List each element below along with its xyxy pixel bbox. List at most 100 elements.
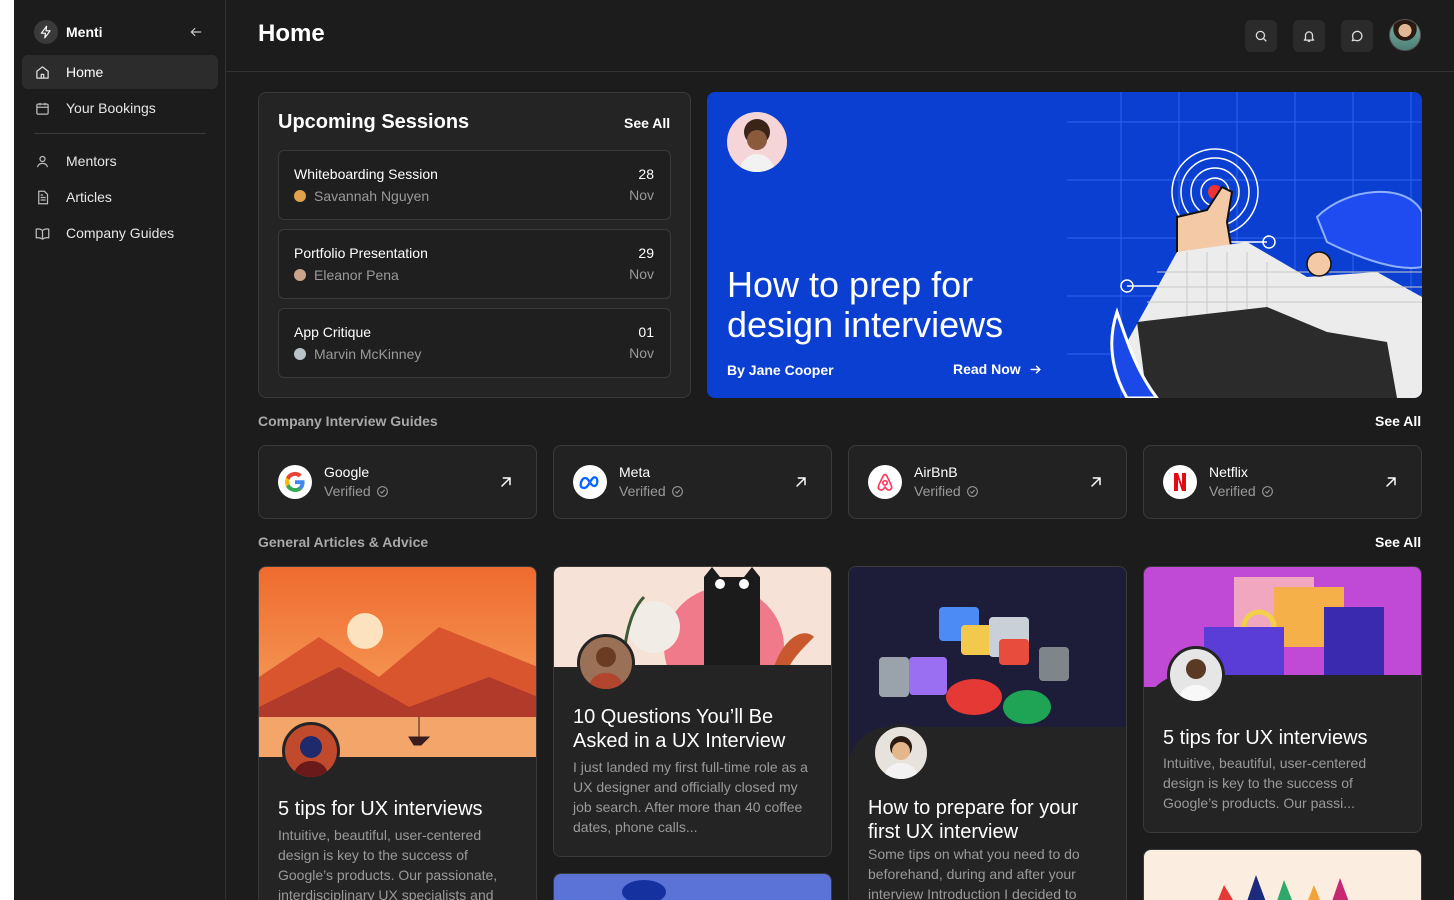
- article-excerpt: Intuitive, beautiful, user-centered desi…: [1163, 755, 1367, 811]
- article-title: 5 tips for UX interviews: [278, 798, 483, 820]
- mentor-name: Eleanor Pena: [314, 267, 399, 283]
- sidebar-item-label: Company Guides: [66, 225, 175, 241]
- document-icon: [34, 189, 50, 205]
- app-window: Menti Home Your Bookings Mentors Article…: [14, 0, 1454, 900]
- session-day: 29: [638, 245, 654, 261]
- session-month: Nov: [629, 187, 654, 203]
- hero-author-avatar: [727, 112, 787, 172]
- session-card[interactable]: Whiteboarding Session Savannah Nguyen 28…: [278, 150, 671, 220]
- sidebar-item-company-guides[interactable]: Company Guides: [22, 216, 218, 250]
- notifications-button[interactable]: [1293, 20, 1325, 52]
- sidebar-item-your-bookings[interactable]: Your Bookings: [22, 91, 218, 125]
- company-card-netflix[interactable]: Netflix Verified: [1143, 445, 1422, 519]
- sessions-see-all-link[interactable]: See All: [624, 115, 670, 131]
- read-now-link[interactable]: Read Now: [953, 361, 1042, 377]
- article-image: [1144, 850, 1421, 900]
- avatar: [294, 269, 306, 281]
- verified-label: Verified: [914, 483, 961, 499]
- arrow-up-right-icon: [1091, 477, 1101, 487]
- company-name: Meta: [619, 464, 651, 480]
- netflix-logo-icon: [1163, 465, 1197, 499]
- calendar-icon: [34, 100, 50, 116]
- user-avatar[interactable]: [1389, 19, 1421, 51]
- article-card[interactable]: [553, 873, 832, 900]
- company-card-google[interactable]: Google Verified: [258, 445, 537, 519]
- bell-icon: [1303, 31, 1315, 42]
- company-card-airbnb[interactable]: AirBnB Verified: [848, 445, 1127, 519]
- session-name: Whiteboarding Session: [294, 166, 438, 182]
- article-card[interactable]: 5 tips for UX interviews Intuitive, beau…: [258, 566, 537, 900]
- messages-button[interactable]: [1341, 20, 1373, 52]
- session-card[interactable]: Portfolio Presentation Eleanor Pena 29 N…: [278, 229, 671, 299]
- hero-author: By Jane Cooper: [727, 362, 834, 378]
- company-name: AirBnB: [914, 464, 958, 480]
- top-header: Home: [226, 0, 1454, 72]
- session-mentor: Savannah Nguyen: [294, 188, 429, 204]
- lightning-logo-icon: [34, 20, 58, 44]
- articles-see-all-link[interactable]: See All: [1375, 534, 1421, 550]
- read-now-label: Read Now: [953, 361, 1021, 377]
- session-day: 01: [638, 324, 654, 340]
- session-day: 28: [638, 166, 654, 182]
- google-logo-icon: [278, 465, 312, 499]
- avatar: [294, 348, 306, 360]
- company-name: Netflix: [1209, 464, 1248, 480]
- session-name: Portfolio Presentation: [294, 245, 428, 261]
- verified-label: Verified: [324, 483, 371, 499]
- article-title: How to prepare for your first UX intervi…: [868, 797, 1079, 843]
- arrow-right-icon: [1030, 365, 1041, 373]
- collapse-sidebar-button[interactable]: [186, 22, 206, 42]
- sidebar-nav: Home Your Bookings Mentors Articles Comp…: [22, 55, 218, 252]
- company-status: Verified: [1209, 483, 1274, 499]
- featured-article-hero[interactable]: How to prep for design interviews By Jan…: [707, 92, 1422, 398]
- guides-see-all-link[interactable]: See All: [1375, 413, 1421, 429]
- article-title: 5 tips for UX interviews: [1163, 727, 1368, 749]
- sidebar-item-home[interactable]: Home: [22, 55, 218, 89]
- verified-check-icon: [1261, 485, 1273, 497]
- airbnb-logo-icon: [868, 465, 902, 499]
- session-name: App Critique: [294, 324, 372, 340]
- book-icon: [34, 225, 50, 241]
- user-icon: [34, 153, 50, 169]
- session-month: Nov: [629, 266, 654, 282]
- sidebar-item-label: Articles: [66, 189, 112, 205]
- sidebar-item-label: Mentors: [66, 153, 117, 169]
- arrow-up-right-icon: [1386, 477, 1396, 487]
- company-card-meta[interactable]: Meta Verified: [553, 445, 832, 519]
- article-excerpt: I just landed my first full-time role as…: [573, 759, 808, 835]
- company-name: Google: [324, 464, 370, 480]
- article-card[interactable]: [1143, 849, 1422, 900]
- author-avatar: [577, 634, 635, 692]
- arrow-left-icon: [190, 27, 202, 37]
- sidebar-item-articles[interactable]: Articles: [22, 180, 218, 214]
- article-excerpt: Intuitive, beautiful, user-centered desi…: [278, 827, 498, 900]
- home-icon: [34, 64, 50, 80]
- page-title: Home: [258, 20, 325, 47]
- article-title: 10 Questions You’ll Be Asked in a UX Int…: [573, 706, 786, 752]
- brand-name: Menti: [66, 24, 103, 40]
- company-status: Verified: [324, 483, 389, 499]
- article-card[interactable]: 5 tips for UX interviews Intuitive, beau…: [1143, 566, 1422, 833]
- brand: Menti: [34, 20, 206, 44]
- article-image: [554, 874, 831, 900]
- arrow-up-right-icon: [796, 477, 806, 487]
- verified-check-icon: [966, 485, 978, 497]
- mentor-name: Marvin McKinney: [314, 346, 422, 362]
- verified-label: Verified: [1209, 483, 1256, 499]
- articles-section-title: General Articles & Advice: [258, 534, 429, 550]
- article-excerpt: Some tips on what you need to do beforeh…: [868, 846, 1080, 900]
- company-guides-title: Company Interview Guides: [258, 413, 438, 429]
- sessions-title: Upcoming Sessions: [278, 111, 470, 133]
- search-button[interactable]: [1245, 20, 1277, 52]
- author-avatar: [872, 724, 930, 782]
- session-mentor: Marvin McKinney: [294, 346, 421, 362]
- sidebar-item-mentors[interactable]: Mentors: [22, 144, 218, 178]
- article-card[interactable]: 10 Questions You’ll Be Asked in a UX Int…: [553, 566, 832, 857]
- upcoming-sessions-panel: Upcoming Sessions See All Whiteboarding …: [258, 92, 691, 398]
- sidebar-item-label: Home: [66, 64, 104, 80]
- session-card[interactable]: App Critique Marvin McKinney 01 Nov: [278, 308, 671, 378]
- author-avatar: [282, 722, 340, 780]
- chat-icon: [1351, 30, 1363, 42]
- article-card[interactable]: How to prepare for your first UX intervi…: [848, 566, 1127, 900]
- verified-check-icon: [671, 485, 683, 497]
